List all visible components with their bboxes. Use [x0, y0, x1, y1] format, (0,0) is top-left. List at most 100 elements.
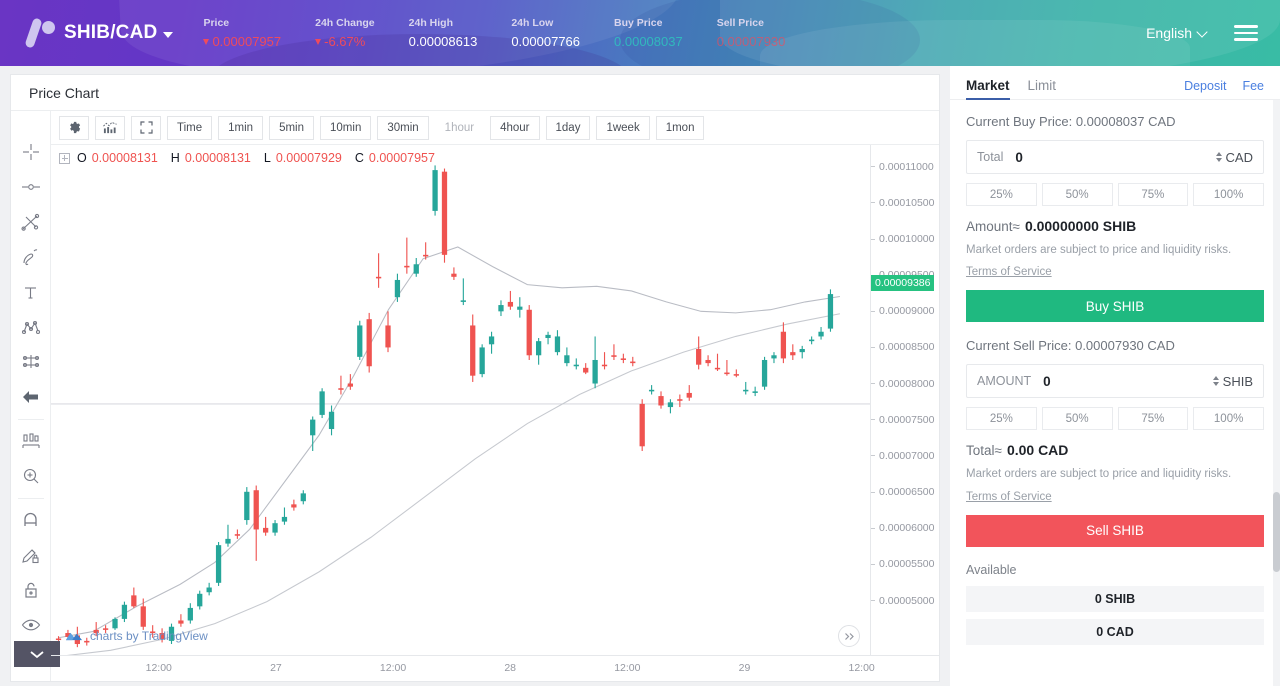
candle — [517, 297, 523, 318]
crosshair-icon[interactable] — [14, 135, 48, 169]
candle — [667, 399, 674, 414]
price-axis-tick-label: 0.00008000 — [879, 377, 935, 390]
timeframe-1day[interactable]: 1day — [545, 115, 591, 140]
buy-total-field[interactable]: Total 0 CAD — [966, 140, 1264, 174]
stepper-updown-icon[interactable] — [1212, 376, 1219, 387]
page-title: Price Chart — [11, 75, 939, 111]
buy-amount-label: Amount≈ — [966, 219, 1020, 234]
stat-buy-price: Buy Price 0.00008037 — [614, 17, 683, 49]
candle — [724, 359, 730, 376]
ohlc-high-value: 0.00008131 — [184, 151, 251, 165]
gear-icon[interactable] — [59, 115, 89, 140]
indicators-chart-icon[interactable] — [95, 115, 125, 140]
tab-market[interactable]: Market — [966, 78, 1010, 100]
chevron-down-icon — [1196, 25, 1208, 38]
drawing-toolbar — [11, 111, 60, 681]
timeframe-10min[interactable]: 10min — [320, 115, 372, 140]
buy-terms-of-service-link[interactable]: Terms of Service — [966, 266, 1052, 278]
price-axis-tick-label: 0.00009000 — [879, 305, 935, 318]
vircurex-logo-icon[interactable] — [22, 14, 62, 52]
candle — [535, 338, 542, 365]
sell-currency-unit: SHIB — [1222, 373, 1253, 389]
dot-line-icon[interactable] — [14, 170, 48, 204]
order-panel-scrollbar[interactable] — [1273, 100, 1280, 686]
sell-total-approx: Total≈ 0.00 CAD — [966, 442, 1264, 458]
candle — [357, 320, 363, 360]
stepper-up-icon — [1215, 152, 1222, 156]
candle — [140, 598, 146, 630]
tradingview-logo-icon — [65, 632, 83, 640]
buy-shib-button[interactable]: Buy SHIB — [966, 290, 1264, 323]
candlestick-plot[interactable]: O 0.00008131 H 0.00008131 L 0.00007929 C… — [51, 145, 871, 658]
timeframe-5min[interactable]: 5min — [269, 115, 315, 140]
time-axis-tick-label: 12:00 — [614, 662, 641, 674]
tab-limit[interactable]: Limit — [1028, 78, 1057, 99]
candle — [686, 385, 692, 401]
eye-icon[interactable] — [14, 608, 48, 642]
stepper-updown-icon[interactable] — [1215, 152, 1222, 162]
sell-amount-field[interactable]: AMOUNT 0 SHIB — [966, 364, 1264, 399]
magnet-icon[interactable] — [14, 503, 48, 537]
tick-dash — [871, 563, 875, 565]
ohlc-close-value: 0.00007957 — [368, 151, 435, 165]
candle — [592, 336, 598, 389]
price-axis-tick: 0.00008000 — [871, 378, 934, 390]
sell-percent-25[interactable]: 25% — [966, 407, 1037, 431]
timeframe-1min[interactable]: 1min — [218, 115, 264, 140]
timeframe-30min[interactable]: 30min — [377, 115, 429, 140]
trend-line-icon[interactable] — [14, 205, 48, 239]
price-axis-tick-label: 0.00008500 — [879, 341, 935, 354]
language-selector[interactable]: English — [1146, 25, 1208, 41]
sell-terms-of-service-link[interactable]: Terms of Service — [966, 491, 1052, 503]
sell-percent-75[interactable]: 75% — [1117, 407, 1189, 431]
lock-icon[interactable] — [14, 573, 48, 607]
timeframe-time[interactable]: Time — [167, 115, 213, 140]
expand-legend-icon[interactable] — [59, 152, 70, 164]
buy-percent-100[interactable]: 100% — [1193, 183, 1264, 206]
logo-dot-shape — [42, 21, 55, 34]
pattern-icon[interactable] — [14, 310, 48, 344]
stat-label: 24h Change — [315, 17, 375, 29]
candle — [206, 582, 212, 596]
measure-icon[interactable] — [14, 424, 48, 458]
timeframe-1hour[interactable]: 1hour — [434, 115, 485, 140]
candle — [771, 352, 777, 364]
candle — [498, 300, 504, 317]
hamburger-menu-icon[interactable] — [1230, 21, 1262, 45]
timeframe-4hour[interactable]: 4hour — [490, 115, 540, 140]
buy-percent-25[interactable]: 25% — [966, 183, 1037, 206]
candle — [385, 311, 391, 353]
pencil-lock-icon[interactable] — [14, 538, 48, 572]
timeframe-1mon[interactable]: 1mon — [655, 115, 705, 140]
sell-percent-100[interactable]: 100% — [1193, 407, 1264, 431]
candle — [743, 381, 749, 395]
forecast-icon[interactable] — [14, 345, 48, 379]
fee-link[interactable]: Fee — [1242, 79, 1264, 99]
balance-shib: 0 SHIB — [966, 585, 1264, 612]
buy-percent-75[interactable]: 75% — [1117, 183, 1189, 206]
double-chevron-right-icon[interactable] — [838, 625, 860, 647]
stat-value: 0.00007766 — [511, 34, 580, 49]
arrow-back-icon[interactable] — [14, 380, 48, 414]
deposit-link[interactable]: Deposit — [1184, 79, 1226, 99]
buy-percent-50[interactable]: 50% — [1041, 183, 1113, 206]
tradingview-credit[interactable]: charts by TradingView — [65, 629, 208, 643]
tick-dash — [871, 202, 875, 204]
available-label: Available — [966, 562, 1017, 577]
timeframe-1week[interactable]: 1week — [596, 115, 650, 140]
time-axis[interactable]: 12:00 27 12:00 28 12:00 29 12:00 — [51, 655, 875, 681]
time-axis-tick-label: 29 — [738, 662, 751, 674]
scrollbar-thumb[interactable] — [1273, 492, 1280, 572]
price-axis-tick-label: 0.00010500 — [879, 196, 935, 209]
sell-percent-50[interactable]: 50% — [1041, 407, 1113, 431]
tick-dash — [871, 346, 875, 348]
trading-pair-selector[interactable]: SHIB/CAD — [64, 22, 174, 44]
sell-amount-input[interactable]: 0 — [1043, 374, 1212, 389]
fullscreen-icon[interactable] — [131, 115, 161, 140]
zoom-in-icon[interactable] — [14, 459, 48, 493]
text-tool-icon[interactable] — [14, 275, 48, 309]
sell-shib-button[interactable]: Sell SHIB — [966, 514, 1264, 547]
price-axis[interactable]: 0.000110000.000105000.000100000.00009500… — [871, 145, 939, 655]
buy-total-input[interactable]: 0 — [1015, 150, 1215, 165]
brush-icon[interactable] — [14, 240, 48, 274]
